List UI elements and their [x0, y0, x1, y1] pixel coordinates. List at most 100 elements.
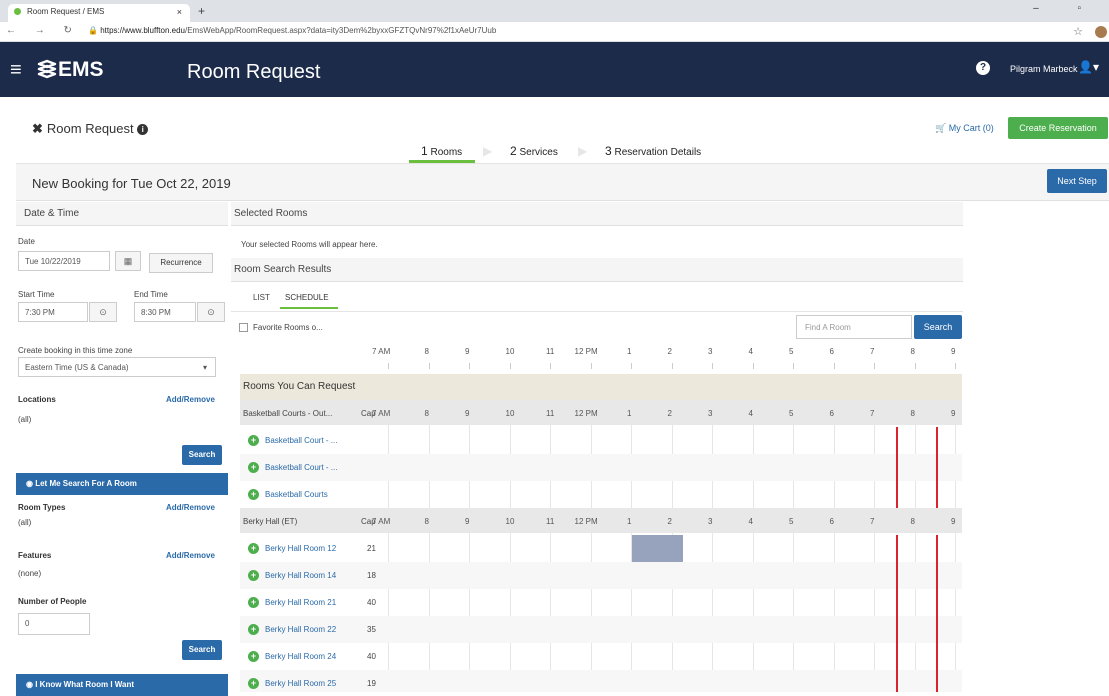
recurrence-button[interactable]: Recurrence [149, 253, 213, 273]
add-room-icon[interactable]: + [248, 597, 259, 608]
hour-tick-label: 2 [667, 347, 672, 356]
existing-booking-block[interactable] [632, 535, 683, 562]
locations-label: Locations [18, 395, 56, 404]
timezone-select[interactable]: Eastern Time (US & Canada) ▾ [18, 357, 216, 377]
find-room-search-button[interactable]: Search [914, 315, 962, 339]
group-hour-label: 3 [708, 517, 713, 526]
user-icon[interactable]: 👤▾ [1078, 60, 1099, 74]
add-room-icon[interactable]: + [248, 624, 259, 635]
end-time-field[interactable]: 8:30 PM [134, 302, 196, 322]
tab-list[interactable]: LIST [253, 293, 270, 302]
favorite-rooms-checkbox[interactable] [239, 323, 248, 332]
bookmark-star-icon[interactable]: ☆ [1073, 25, 1083, 38]
features-label: Features [18, 551, 52, 560]
room-capacity: 40 [367, 598, 376, 607]
new-tab-button[interactable]: + [198, 4, 205, 18]
find-room-input[interactable]: Find A Room [796, 315, 912, 339]
add-room-icon[interactable]: + [248, 435, 259, 446]
room-row[interactable]: + Berky Hall Room 21 40 [240, 589, 962, 616]
group-hour-label: 6 [829, 409, 834, 418]
know-room-section[interactable]: ◉ I Know What Room I Want [16, 674, 228, 696]
room-name[interactable]: Berky Hall Room 14 [265, 571, 336, 580]
step-services[interactable]: 2 Services [510, 144, 558, 158]
start-time-field[interactable]: 7:30 PM [18, 302, 88, 322]
room-name[interactable]: Berky Hall Room 22 [265, 625, 336, 634]
room-name[interactable]: Berky Hall Room 21 [265, 598, 336, 607]
hamburger-menu-icon[interactable]: ≡ [10, 59, 22, 82]
add-room-icon[interactable]: + [248, 543, 259, 554]
group-hour-label: 4 [748, 409, 753, 418]
add-room-icon[interactable]: + [248, 570, 259, 581]
room-row[interactable]: + Berky Hall Room 12 21 [240, 535, 962, 562]
add-room-icon[interactable]: + [248, 651, 259, 662]
step-separator: ▶ [578, 144, 588, 158]
calendar-icon[interactable]: ▦ [115, 251, 141, 271]
close-icon[interactable]: ✖ [32, 121, 43, 136]
room-name[interactable]: Berky Hall Room 12 [265, 544, 336, 553]
room-name[interactable]: Basketball Court - ... [265, 436, 337, 445]
hour-tick-mark [671, 363, 673, 369]
group-hour-label: 3 [708, 409, 713, 418]
hour-tick-label: 12 PM [574, 347, 598, 356]
group-header[interactable]: Basketball Courts - Out... Cap 7 AM 8 9 10 1… [240, 400, 962, 425]
search-sidebar: Date & Time Date Tue 10/22/2019 ▦ Recurr… [16, 202, 228, 696]
room-row[interactable]: + Berky Hall Room 22 35 [240, 616, 962, 643]
ems-logo[interactable]: EMS [36, 58, 104, 82]
step-reservation-details[interactable]: 3 Reservation Details [605, 144, 701, 158]
booking-header: New Booking for Tue Oct 22, 2019 Next St… [16, 164, 1109, 201]
end-clock-icon[interactable]: ⊙ [197, 302, 225, 322]
group-header[interactable]: Berky Hall (ET) Cap 7 AM 8 9 10 11 12 PM 1 2 3 4 5… [240, 508, 962, 533]
room-row[interactable]: + Basketball Court - ... [240, 427, 962, 454]
app-header: ≡ EMS Room Request ? Pilgram Marbeck 👤▾ [0, 42, 1109, 97]
browser-tab[interactable]: Room Request / EMS × [8, 4, 190, 22]
rooms-you-can-request-header: Rooms You Can Request [240, 374, 962, 400]
add-room-icon[interactable]: + [248, 489, 259, 500]
favorite-rooms-label: Favorite Rooms o... [253, 323, 323, 332]
start-clock-icon[interactable]: ⊙ [89, 302, 117, 322]
hour-tick-mark [752, 363, 754, 369]
add-room-icon[interactable]: + [248, 678, 259, 689]
step-rooms[interactable]: 1 Rooms [421, 144, 462, 158]
room-name[interactable]: Basketball Court - ... [265, 463, 337, 472]
group-hour-label: 8 [910, 517, 915, 526]
group-hour-label: 5 [789, 517, 794, 526]
hour-tick-label: 4 [748, 347, 753, 356]
add-room-icon[interactable]: + [248, 462, 259, 473]
url-field[interactable]: 🔒 https://www.bluffton.edu/EmsWebApp/Roo… [88, 26, 496, 35]
room-row[interactable]: + Basketball Courts [240, 481, 962, 508]
window-controls[interactable]: – ▫ [1033, 3, 1099, 14]
room-name[interactable]: Berky Hall Room 24 [265, 652, 336, 661]
search-button[interactable]: Search [182, 640, 222, 660]
room-row[interactable]: + Berky Hall Room 24 40 [240, 643, 962, 670]
ems-logo-icon [37, 59, 57, 79]
user-name[interactable]: Pilgram Marbeck [1010, 64, 1078, 74]
my-cart-link[interactable]: 🛒 My Cart (0) [935, 123, 994, 134]
room-row[interactable]: + Berky Hall Room 25 19 [240, 670, 962, 692]
next-step-button[interactable]: Next Step [1047, 169, 1107, 193]
time-axis: 7 AM 8 9 10 11 12 PM 1 2 3 4 5 6 7 8 9 [231, 339, 963, 373]
room-row[interactable]: + Basketball Court - ... [240, 454, 962, 481]
room-row[interactable]: + Berky Hall Room 14 18 [240, 562, 962, 589]
locations-add-remove-link[interactable]: Add/Remove [166, 395, 215, 404]
tab-schedule[interactable]: SCHEDULE [285, 293, 329, 302]
group-name: Berky Hall (ET) [243, 517, 298, 526]
profile-avatar[interactable] [1095, 26, 1107, 38]
info-icon[interactable]: i [137, 124, 149, 135]
help-icon[interactable]: ? [976, 61, 990, 75]
room-types-add-remove-link[interactable]: Add/Remove [166, 503, 215, 512]
hour-tick-mark [428, 363, 430, 369]
date-field[interactable]: Tue 10/22/2019 [18, 251, 110, 271]
nav-buttons[interactable]: ← → ↻ [6, 25, 80, 36]
group-hour-label: 8 [424, 409, 429, 418]
let-me-search-section[interactable]: ◉ Let Me Search For A Room [16, 473, 228, 495]
group-name: Basketball Courts - Out... [243, 409, 333, 418]
room-name[interactable]: Basketball Courts [265, 490, 328, 499]
hour-tick-label: 8 [910, 347, 915, 356]
create-reservation-button[interactable]: Create Reservation [1008, 117, 1108, 139]
room-name[interactable]: Berky Hall Room 25 [265, 679, 336, 688]
features-add-remove-link[interactable]: Add/Remove [166, 551, 215, 560]
close-tab-icon[interactable]: × [177, 7, 182, 17]
hour-tick-label: 3 [708, 347, 713, 356]
people-field[interactable]: 0 [18, 613, 90, 635]
search-button[interactable]: Search [182, 445, 222, 465]
